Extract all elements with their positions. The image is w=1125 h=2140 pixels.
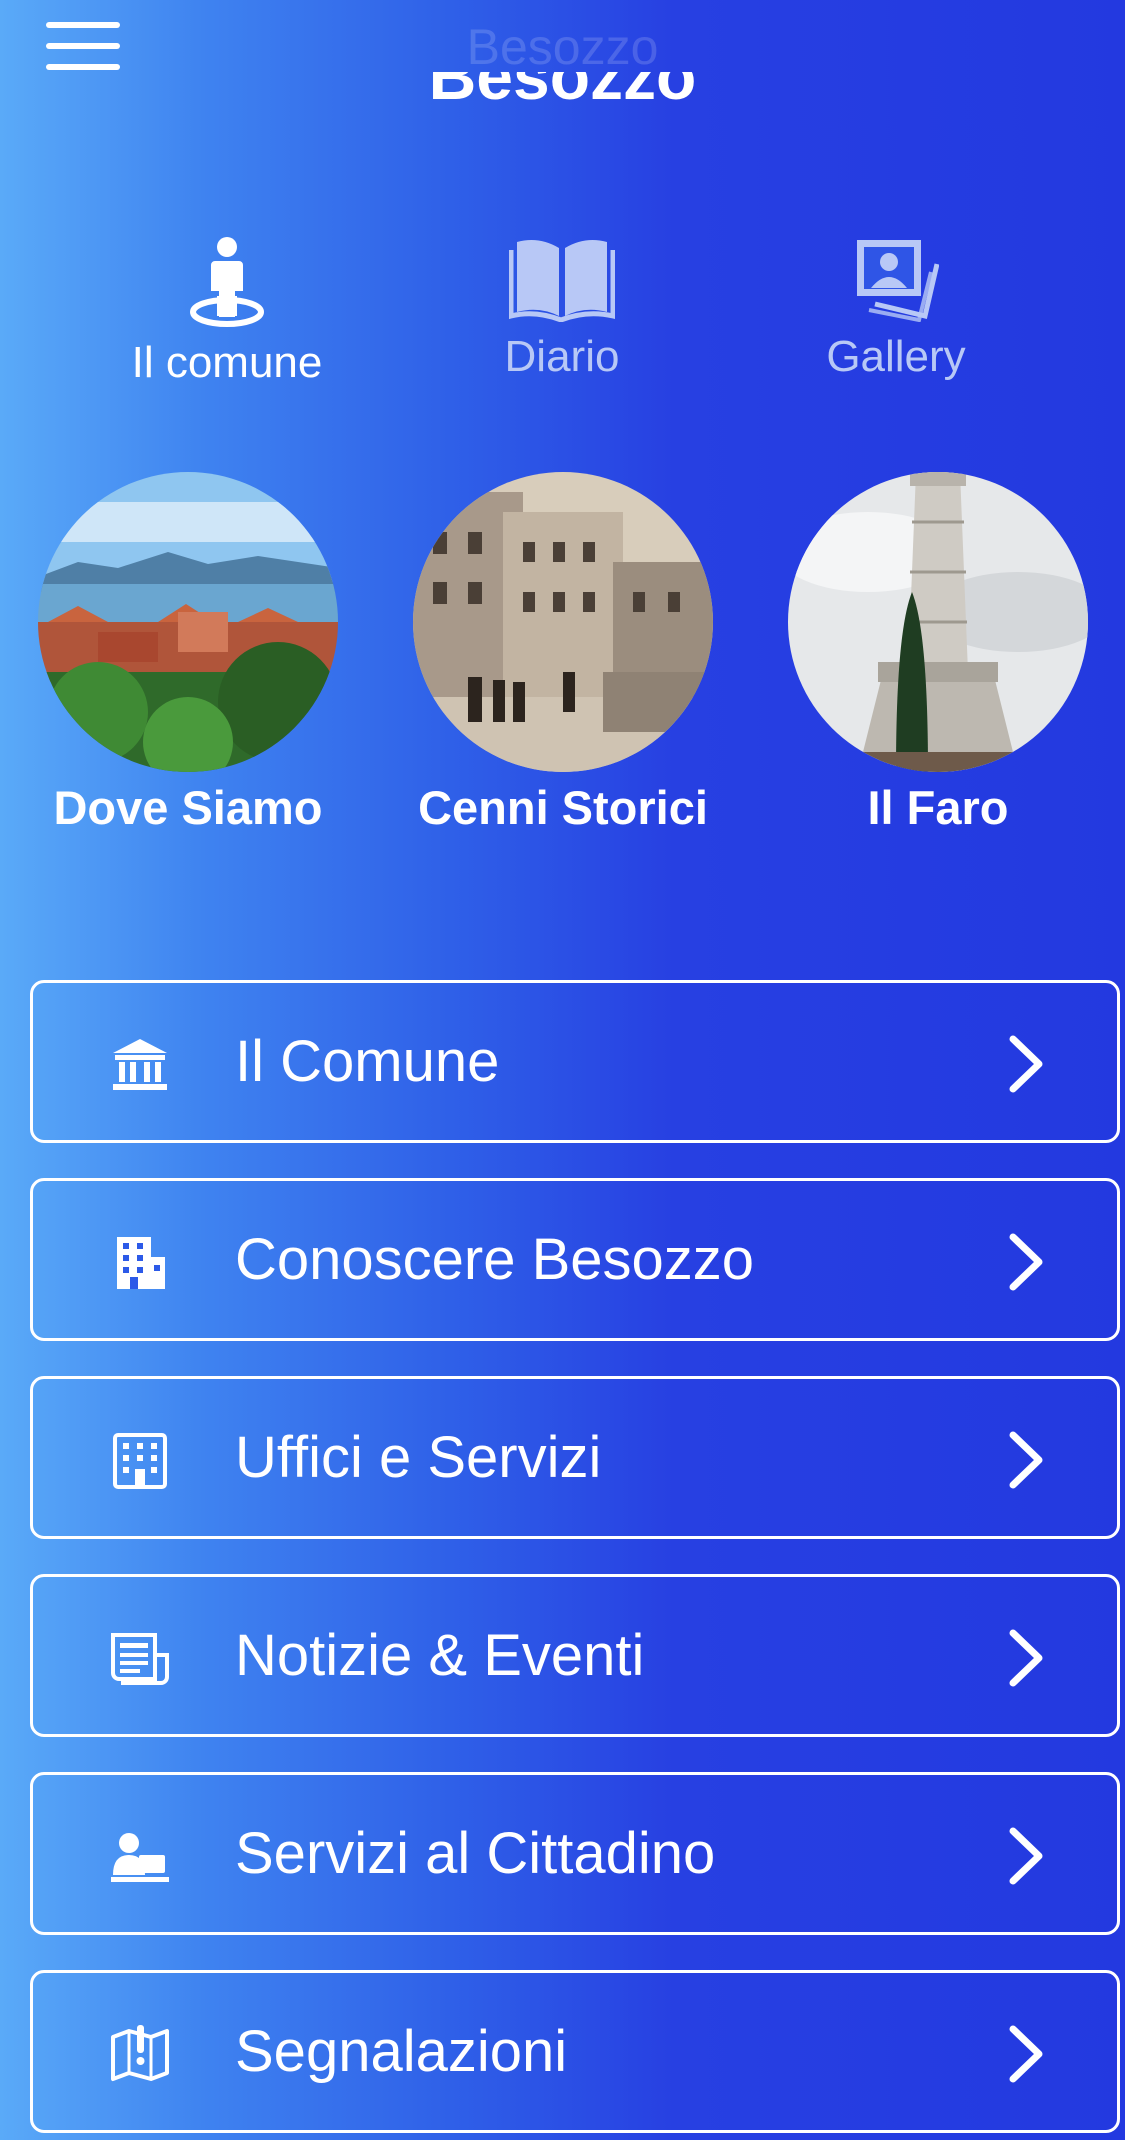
highlight-cenni-storici[interactable]: Cenni Storici <box>413 472 713 835</box>
historic-street-photo <box>413 472 713 772</box>
tab-label: Diario <box>504 332 620 381</box>
citizen-desk-icon <box>111 1833 169 1882</box>
chevron-right-icon <box>1009 1233 1043 1291</box>
highlight-label: Cenni Storici <box>418 781 708 834</box>
page-title: Besozzo <box>428 72 697 113</box>
lighthouse-monument-photo <box>788 472 1088 772</box>
menu-item-label: Notizie & Eventi <box>235 1623 645 1688</box>
chevron-right-icon <box>1009 2025 1043 2083</box>
menu-item-il-comune[interactable]: Il Comune <box>30 980 1120 1143</box>
open-book-icon <box>509 240 615 322</box>
menu-item-label: Servizi al Cittadino <box>235 1821 716 1886</box>
menu-item-label: Uffici e Servizi <box>235 1425 602 1490</box>
tab-diario[interactable]: Diario <box>432 236 692 406</box>
tab-il-comune[interactable]: Il comune <box>97 236 357 406</box>
town-hall-icon <box>113 1039 167 1090</box>
buildings-icon <box>117 1237 165 1289</box>
highlights-row: Dove Siamo Cenni Storici Il Faro <box>0 472 1125 842</box>
office-building-icon <box>113 1433 167 1489</box>
newspaper-icon <box>111 1633 169 1685</box>
highlight-dove-siamo[interactable]: Dove Siamo <box>38 472 338 835</box>
highlight-label: Dove Siamo <box>53 781 323 834</box>
highlight-label: Il Faro <box>867 781 1009 834</box>
photo-stack-icon <box>857 240 939 322</box>
section-tabs: Il comune Diario Gallery <box>0 236 1125 406</box>
person-location-icon <box>190 237 264 327</box>
menu-item-label: Il Comune <box>235 1029 500 1094</box>
map-alert-icon <box>111 2025 169 2081</box>
chevron-right-icon <box>1009 1035 1043 1093</box>
menu-item-label: Conoscere Besozzo <box>235 1227 755 1292</box>
tab-gallery[interactable]: Gallery <box>766 236 1026 406</box>
tab-label: Gallery <box>826 332 966 381</box>
tab-label: Il comune <box>131 338 323 387</box>
chevron-right-icon <box>1009 1827 1043 1885</box>
menu-item-label: Segnalazioni <box>235 2019 568 2084</box>
menu-item-conoscere-besozzo[interactable]: Conoscere Besozzo <box>30 1178 1120 1341</box>
menu-item-notizie-eventi[interactable]: Notizie & Eventi <box>30 1574 1120 1737</box>
menu-item-segnalazioni[interactable]: Segnalazioni <box>30 1970 1120 2133</box>
menu-item-servizi-al-cittadino[interactable]: Servizi al Cittadino <box>30 1772 1120 1935</box>
highlight-il-faro[interactable]: Il Faro <box>788 472 1088 835</box>
chevron-right-icon <box>1009 1629 1043 1687</box>
menu-item-uffici-e-servizi[interactable]: Uffici e Servizi <box>30 1376 1120 1539</box>
lake-view-photo <box>38 472 338 772</box>
nav-title: Besozzo <box>466 19 659 75</box>
chevron-right-icon <box>1009 1431 1043 1489</box>
